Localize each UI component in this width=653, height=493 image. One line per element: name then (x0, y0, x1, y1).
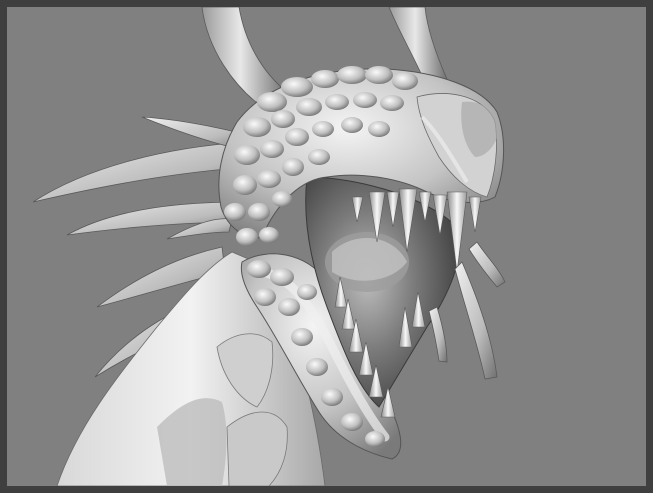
dragon-render (32, 7, 506, 486)
render-viewport[interactable] (7, 7, 646, 486)
viewport-frame (0, 0, 653, 493)
